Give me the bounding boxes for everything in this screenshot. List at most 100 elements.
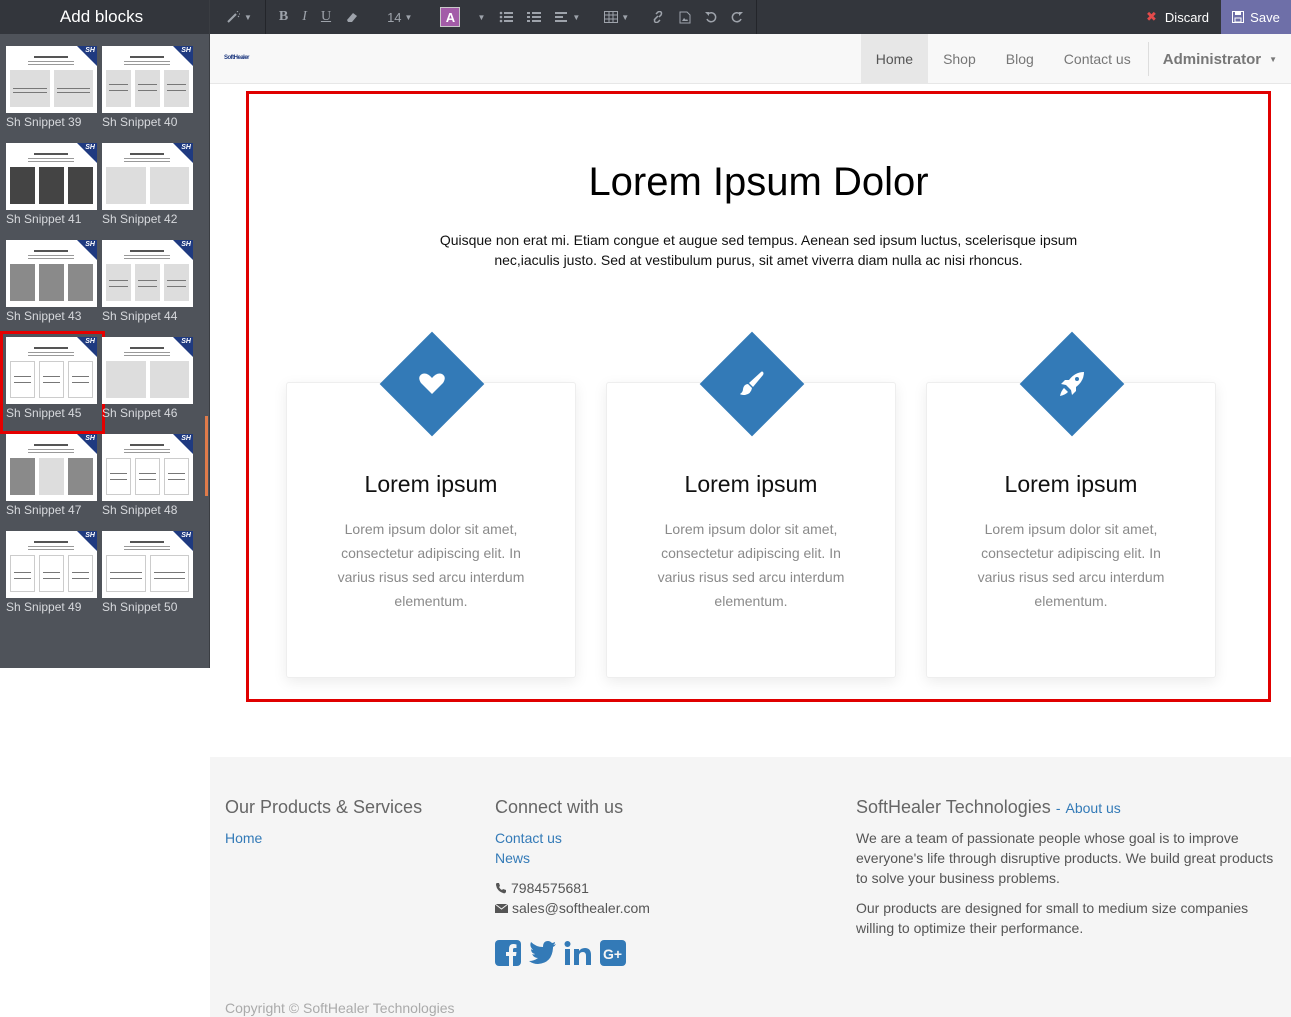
snippet-thumbnail: SH	[6, 240, 97, 307]
feature-card[interactable]: Lorem ipsum Lorem ipsum dolor sit amet, …	[926, 331, 1216, 678]
snippet-49[interactable]: SH Sh Snippet 49	[6, 531, 97, 628]
linkedin-icon[interactable]	[564, 940, 592, 966]
align-dropdown[interactable]: ▼	[548, 0, 587, 34]
footer-about-column: SoftHealer Technologies - About us We ar…	[856, 797, 1276, 938]
brand-logo[interactable]: SoftHealer	[224, 55, 264, 62]
about-text: We are a team of passionate people whose…	[856, 830, 1274, 886]
snippet-45[interactable]: SH Sh Snippet 45	[0, 331, 105, 434]
save-label: Save	[1250, 9, 1280, 25]
snippet-41[interactable]: SH Sh Snippet 41	[6, 143, 97, 240]
bold-button[interactable]: B	[272, 0, 295, 34]
add-blocks-title: Add blocks	[0, 0, 209, 34]
footer-heading: Connect with us	[495, 797, 624, 817]
text-color-button[interactable]: A	[433, 0, 467, 34]
about-us-link[interactable]: About us	[1066, 800, 1121, 816]
redo-icon[interactable]	[724, 0, 750, 34]
snippet-label: Sh Snippet 40	[102, 115, 178, 129]
editor-toolbar: ▼ B I U 14 ▼ A ▼ ▼ ▼ ✖ Discard Save	[210, 0, 1291, 34]
facebook-icon[interactable]	[495, 940, 521, 966]
card-text[interactable]: Lorem ipsum dolor sit amet, consectetur …	[967, 517, 1175, 613]
feature-card[interactable]: Lorem ipsum Lorem ipsum dolor sit amet, …	[286, 331, 576, 678]
chevron-down-icon: ▼	[404, 12, 413, 22]
table-dropdown[interactable]: ▼	[597, 0, 636, 34]
copyright-text: Copyright © SoftHealer Technologies	[225, 1000, 455, 1016]
save-button[interactable]: Save	[1221, 0, 1291, 34]
nav-item-blog[interactable]: Blog	[991, 34, 1049, 84]
snippet-thumbnail: SH	[6, 434, 97, 501]
nav-item-shop[interactable]: Shop	[928, 34, 991, 84]
company-name: SoftHealer Technologies	[856, 797, 1051, 817]
snippet-label: Sh Snippet 39	[6, 115, 82, 129]
image-icon[interactable]	[672, 0, 698, 34]
font-size-value: 14	[387, 9, 402, 25]
footer-heading: Our Products & Services	[225, 797, 423, 817]
eraser-icon[interactable]	[338, 0, 366, 34]
toolbar-separator	[264, 0, 266, 34]
snippet-46[interactable]: SH Sh Snippet 46	[102, 337, 193, 434]
snippet-thumbnail: SH	[102, 337, 193, 404]
text-color-swatch: A	[440, 7, 461, 27]
close-icon: ✖	[1146, 9, 1157, 24]
section-title[interactable]: Lorem Ipsum Dolor	[249, 160, 1268, 205]
snippet-section[interactable]: Lorem Ipsum Dolor Quisque non erat mi. E…	[246, 91, 1271, 702]
snippet-47[interactable]: SH Sh Snippet 47	[6, 434, 97, 531]
panel-scrollbar[interactable]	[205, 416, 208, 496]
footer-products-column: Our Products & Services Home	[225, 797, 475, 848]
snippet-thumbnail: SH	[6, 337, 97, 404]
heart-icon	[395, 347, 469, 421]
snippet-44[interactable]: SH Sh Snippet 44	[102, 240, 193, 337]
unordered-list-icon[interactable]	[492, 0, 520, 34]
snippet-thumbnail: SH	[6, 531, 97, 598]
card-text[interactable]: Lorem ipsum dolor sit amet, consectetur …	[327, 517, 535, 613]
user-menu[interactable]: Administrator ▼	[1149, 34, 1291, 84]
ordered-list-icon[interactable]	[520, 0, 548, 34]
feature-card[interactable]: Lorem ipsum Lorem ipsum dolor sit amet, …	[606, 331, 896, 678]
card-title[interactable]: Lorem ipsum	[287, 471, 575, 498]
about-text: Our products are designed for small to m…	[856, 900, 1249, 936]
social-links: G+	[495, 940, 795, 966]
phone-icon	[496, 883, 506, 894]
snippet-label: Sh Snippet 50	[102, 600, 178, 614]
snippet-thumbnail: SH	[102, 143, 193, 210]
discard-button[interactable]: ✖ Discard	[1134, 0, 1221, 34]
undo-icon[interactable]	[698, 0, 724, 34]
snippet-thumbnail: SH	[102, 240, 193, 307]
link-icon[interactable]	[644, 0, 672, 34]
footer-email: sales@softhealer.com	[495, 898, 795, 918]
nav-item-contact-us[interactable]: Contact us	[1049, 34, 1146, 84]
google-plus-icon[interactable]: G+	[600, 940, 626, 966]
footer-link-contact-us[interactable]: Contact us	[495, 828, 795, 848]
italic-button[interactable]: I	[295, 0, 314, 34]
footer-link-news[interactable]: News	[495, 848, 795, 868]
magic-wand-icon[interactable]: ▼	[220, 0, 259, 34]
snippet-39[interactable]: SH Sh Snippet 39	[6, 46, 97, 143]
snippet-43[interactable]: SH Sh Snippet 43	[6, 240, 97, 337]
snippet-label: Sh Snippet 49	[6, 600, 82, 614]
snippet-48[interactable]: SH Sh Snippet 48	[102, 434, 193, 531]
snippet-42[interactable]: SH Sh Snippet 42	[102, 143, 193, 240]
snippet-50[interactable]: SH Sh Snippet 50	[102, 531, 193, 628]
about-separator: -	[1055, 800, 1061, 816]
footer-company-heading: SoftHealer Technologies - About us	[856, 797, 1276, 818]
website-editor: Add blocks SH Sh Snippet 39 SH Sh Snippe…	[0, 0, 1291, 1017]
snippet-40[interactable]: SH Sh Snippet 40	[102, 46, 193, 143]
snippet-label: Sh Snippet 42	[102, 212, 178, 226]
card-text[interactable]: Lorem ipsum dolor sit amet, consectetur …	[647, 517, 855, 613]
nav-menu: Home Shop Blog Contact us Administrator …	[860, 34, 1291, 84]
snippet-label: Sh Snippet 43	[6, 309, 82, 323]
card-title[interactable]: Lorem ipsum	[607, 471, 895, 498]
footer-link-home[interactable]: Home	[225, 828, 475, 848]
nav-item-home[interactable]: Home	[860, 34, 929, 84]
underline-button[interactable]: U	[314, 0, 338, 34]
section-subtitle[interactable]: Quisque non erat mi. Etiam congue et aug…	[439, 230, 1078, 270]
floppy-disk-icon	[1232, 11, 1245, 23]
snippet-thumbnail: SH	[102, 434, 193, 501]
chevron-down-icon: ▼	[572, 12, 581, 22]
color-dropdown-toggle[interactable]: ▼	[467, 0, 492, 34]
font-size-dropdown[interactable]: 14 ▼	[380, 0, 419, 34]
card-title[interactable]: Lorem ipsum	[927, 471, 1215, 498]
twitter-icon[interactable]	[529, 940, 556, 966]
chevron-down-icon: ▼	[1269, 54, 1277, 64]
snippet-label: Sh Snippet 46	[102, 406, 178, 420]
website-navbar: SoftHealer Home Shop Blog Contact us Adm…	[210, 34, 1291, 84]
